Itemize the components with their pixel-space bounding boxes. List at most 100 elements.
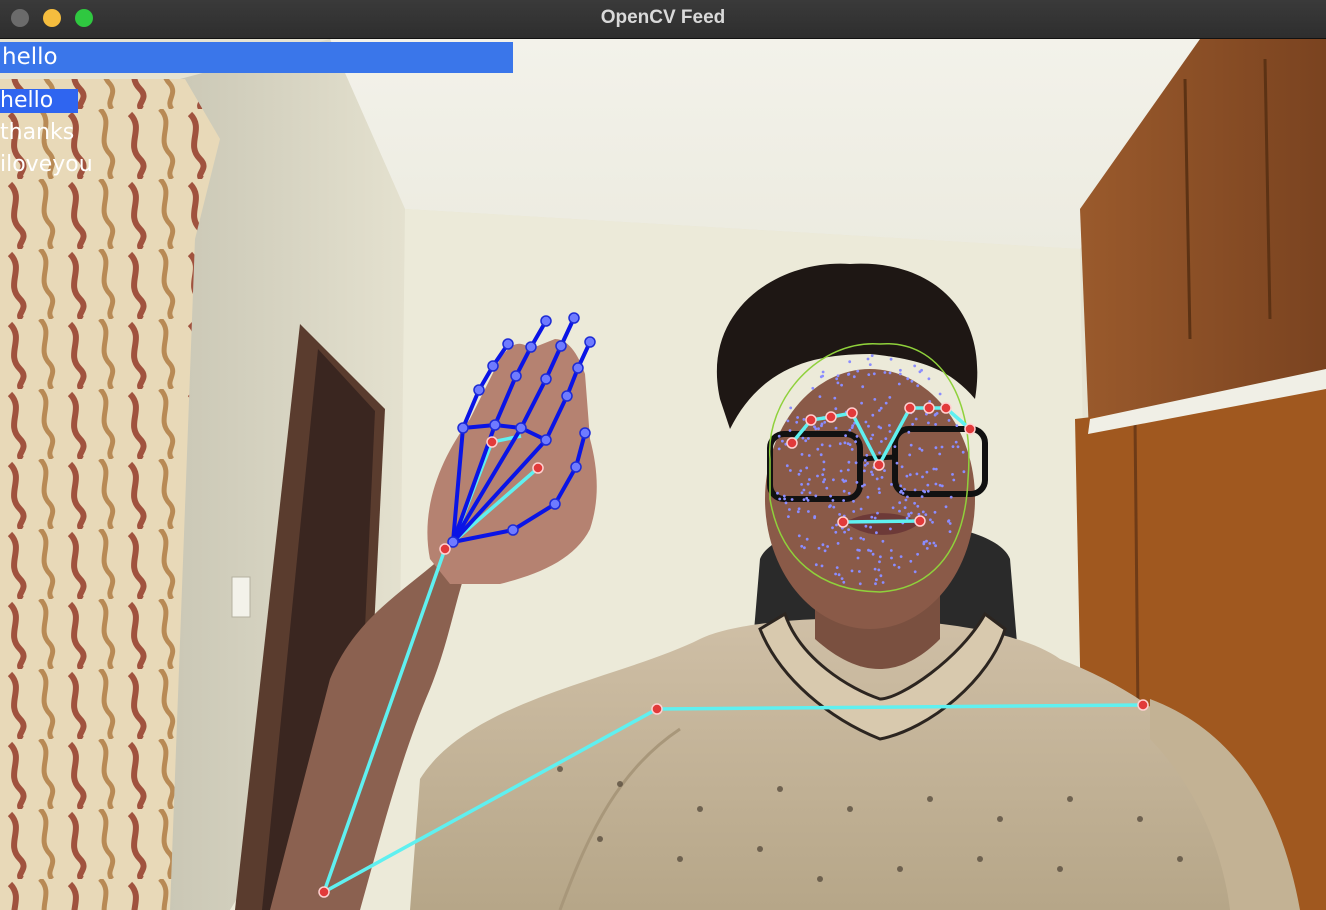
face-landmark-dot [931, 520, 934, 524]
title-bar[interactable]: OpenCV Feed [0, 0, 1326, 39]
face-landmark-dot [818, 395, 822, 398]
face-landmark-dot [844, 434, 847, 437]
face-landmark-dot [833, 396, 837, 400]
face-landmark-dot [816, 474, 819, 478]
face-landmark-dot [831, 499, 835, 502]
window-title: OpenCV Feed [600, 7, 726, 28]
face-landmark-dot [898, 509, 901, 513]
face-landmark-dot [787, 515, 790, 518]
face-landmark-dot [916, 552, 919, 556]
face-landmark-dot [806, 482, 810, 486]
face-landmark-dot [850, 448, 854, 451]
face-landmark-dot [838, 442, 842, 446]
face-landmark-dot [909, 511, 913, 515]
face-landmark-dot [836, 542, 840, 545]
face-landmark-dot [913, 488, 917, 492]
face-landmark-dot [878, 491, 881, 494]
face-landmark-dot [821, 473, 825, 476]
face-landmark-dot [929, 518, 932, 522]
face-landmark-dot [800, 491, 804, 495]
face-landmark-dot [869, 525, 872, 529]
face-landmark-dot [893, 563, 896, 567]
face-landmark-dot [855, 481, 859, 484]
face-landmark-dot [879, 406, 883, 410]
face-landmark-dot [877, 568, 881, 572]
face-landmark-dot [927, 421, 930, 425]
face-landmark-dot [961, 450, 965, 454]
face-landmark-dot [807, 437, 810, 440]
face-landmark-dot [803, 546, 806, 550]
face-landmark-dot [889, 527, 892, 531]
face-landmark-dot [897, 566, 901, 569]
face-landmark-dot [802, 418, 806, 421]
action-label-iloveyou: iloveyou [0, 152, 93, 177]
face-landmark-dot [843, 441, 847, 445]
face-landmark-dot [866, 462, 869, 465]
face-landmark-dot [806, 499, 810, 502]
face-landmark-dot [871, 552, 875, 556]
face-landmark-dot [934, 467, 938, 471]
face-landmark-dot [873, 567, 877, 571]
face-landmark-dot [870, 354, 874, 357]
face-landmark-dot [884, 437, 888, 440]
face-landmark-dot [822, 480, 825, 484]
face-landmark-dot [879, 555, 882, 559]
face-landmark-dot [823, 549, 827, 553]
action-label-thanks: thanks [0, 120, 75, 145]
face-landmark-dot [928, 542, 932, 545]
face-landmark-dot [802, 498, 806, 501]
face-landmark-dot [776, 491, 779, 495]
face-landmark-dot [829, 494, 832, 498]
face-landmark-dot [789, 406, 793, 410]
face-landmark-dot [864, 420, 868, 424]
face-landmark-dot [873, 398, 877, 401]
face-landmark-dot [820, 424, 823, 428]
face-landmark-dot [835, 523, 838, 527]
face-landmark-dot [932, 467, 936, 471]
face-landmark-dot [893, 445, 897, 448]
face-landmark-dot [906, 495, 909, 499]
face-landmark-dot [905, 474, 909, 478]
face-landmark-dot [846, 442, 850, 445]
face-landmark-dot [875, 531, 878, 535]
face-landmark-dot [947, 519, 951, 522]
face-landmark-dot [916, 384, 920, 388]
face-landmark-dot [842, 580, 846, 584]
face-landmark-dot [901, 491, 905, 495]
face-landmark-dot [822, 460, 826, 464]
face-landmark-dot [891, 506, 895, 510]
face-landmark-dot [785, 464, 789, 468]
face-landmark-dot [819, 375, 823, 379]
face-landmark-dot [829, 504, 832, 508]
face-landmark-dot [820, 443, 824, 447]
prediction-label: hello [2, 44, 58, 70]
face-landmark-dot [880, 440, 883, 443]
face-landmark-dot [951, 473, 954, 476]
face-landmark-dot [952, 478, 956, 482]
face-landmark-dot [789, 469, 792, 472]
face-landmark-dot [924, 513, 928, 516]
camera-frame-illustration [0, 39, 1326, 910]
face-landmark-dot [781, 439, 784, 443]
face-landmark-dot [786, 419, 790, 423]
face-landmark-dot [913, 501, 916, 505]
face-landmark-dot [826, 545, 829, 548]
face-landmark-dot [782, 494, 786, 498]
face-landmark-dot [900, 465, 904, 469]
face-landmark-dot [871, 433, 875, 437]
action-label-hello: hello [0, 88, 54, 113]
face-landmark-dot [860, 401, 863, 405]
face-landmark-dot [922, 540, 926, 544]
face-landmark-dot [790, 498, 794, 501]
face-landmark-dot [944, 505, 948, 509]
face-landmark-dot [875, 477, 879, 481]
opencv-window: OpenCV Feed hello hello thanks iloveyou [0, 0, 1326, 910]
face-landmark-dot [805, 537, 809, 541]
face-landmark-dot [797, 472, 801, 476]
face-landmark-dot [832, 505, 836, 509]
face-landmark-dot [813, 425, 816, 429]
face-landmark-dot [890, 556, 893, 560]
face-landmark-dot [888, 430, 892, 433]
face-landmark-dot [890, 483, 893, 486]
face-landmark-dot [926, 483, 930, 487]
